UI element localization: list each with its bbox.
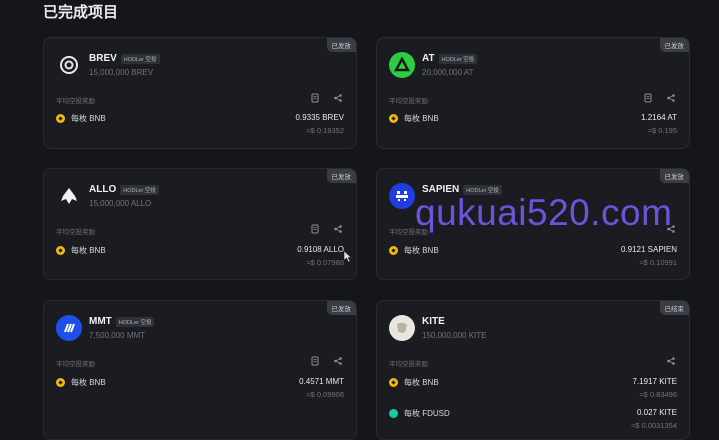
status-tag: 已发放 xyxy=(659,169,689,183)
reward-usd: ≈$ 0.07988 xyxy=(306,258,344,267)
project-card-mmt[interactable]: 已发放 MMT HODLer 空投 7,500,000 MMT 平均空投奖励 每枚… xyxy=(43,300,357,440)
reward-amount: 0.9335 BREV xyxy=(295,113,344,122)
token-label: 每枚 BNB xyxy=(71,114,106,123)
reward-amount: 7.1917 KITE xyxy=(632,377,677,386)
reward-usd: ≈$ 0.195 xyxy=(647,126,677,135)
token-row: 每枚 BNB xyxy=(56,113,106,124)
share-icon[interactable] xyxy=(333,356,343,366)
token-label: 每枚 FDUSD xyxy=(404,409,450,418)
project-name: MMT xyxy=(89,316,112,327)
token-row: 每枚 BNB xyxy=(56,377,106,388)
hodler-badge: HODLer 空投 xyxy=(438,53,478,64)
document-icon[interactable] xyxy=(310,356,320,366)
reward-label: 平均空投奖励 xyxy=(56,98,95,105)
token-row: 每枚 BNB xyxy=(389,377,439,388)
project-card-allo[interactable]: 已发放 ALLO HODLer 空投 15,000,000 ALLO 平均空投奖励… xyxy=(43,168,357,280)
bnb-coin-icon xyxy=(389,114,398,123)
reward-label: 平均空投奖励 xyxy=(389,361,428,368)
document-icon[interactable] xyxy=(310,224,320,234)
project-name: ALLO xyxy=(89,184,117,195)
hodler-badge: HODLer 空投 xyxy=(120,184,159,195)
reward-usd: ≈$ 0.19352 xyxy=(306,126,344,135)
bnb-coin-icon xyxy=(389,246,398,255)
reward-amount: 1.2164 AT xyxy=(641,113,677,122)
status-tag: 已发放 xyxy=(326,169,356,183)
document-icon[interactable] xyxy=(310,93,320,103)
project-card-at[interactable]: 已发放 AT HODLer 空投 20,000,000 AT 平均空投奖励 每枚 … xyxy=(376,37,690,149)
share-icon[interactable] xyxy=(333,93,343,103)
share-icon[interactable] xyxy=(666,93,676,103)
reward-usd: ≈$ 0.09906 xyxy=(306,390,344,399)
project-supply: 150,000,000 KITE xyxy=(422,331,487,340)
reward-label: 平均空投奖励 xyxy=(389,98,428,105)
reward-usd: ≈$ 0.10991 xyxy=(639,258,677,267)
token-row: 每枚 BNB xyxy=(389,245,439,256)
status-tag: 已发放 xyxy=(326,301,356,315)
reward-amount: 0.027 KITE xyxy=(636,408,677,417)
project-name: KITE xyxy=(422,316,445,327)
token-label: 每枚 BNB xyxy=(71,246,106,255)
status-tag: 已结束 xyxy=(659,301,689,315)
reward-label: 平均空投奖励 xyxy=(56,229,95,236)
reward-amount: 0.9121 SAPIEN xyxy=(620,245,677,254)
mouse-cursor-icon xyxy=(344,251,352,262)
fdusd-coin-icon xyxy=(389,409,398,418)
hodler-badge: HODLer 空投 xyxy=(115,316,155,327)
token-label: 每枚 BNB xyxy=(404,114,439,123)
section-title: 已完成项目 xyxy=(43,4,119,21)
project-card-kite[interactable]: 已结束 KITE 150,000,000 KITE 平均空投奖励 每枚 BNB … xyxy=(376,300,690,440)
bnb-coin-icon xyxy=(56,114,65,123)
share-icon[interactable] xyxy=(666,356,676,366)
bnb-coin-icon xyxy=(56,378,65,387)
document-icon[interactable] xyxy=(643,93,653,103)
project-supply: 15,000,000 BREV xyxy=(89,68,154,77)
project-supply: 15,000,000 ALLO xyxy=(89,199,152,208)
project-name: AT xyxy=(422,53,435,64)
token-label: 每枚 BNB xyxy=(404,246,439,255)
reward-amount: 0.9108 ALLO xyxy=(297,245,344,254)
mmt-logo-icon xyxy=(56,315,82,341)
status-tag: 已发放 xyxy=(659,38,689,52)
reward-label: 平均空投奖励 xyxy=(56,361,95,368)
hodler-badge: HODLer 空投 xyxy=(120,53,160,64)
allo-logo-icon xyxy=(56,183,82,209)
token-row: 每枚 BNB xyxy=(56,245,106,256)
reward-usd: ≈$ 0.83496 xyxy=(639,390,677,399)
reward-amount: 0.4571 MMT xyxy=(299,377,344,386)
token-label: 每枚 BNB xyxy=(404,378,439,387)
project-supply: 7,500,000 MMT xyxy=(89,331,146,340)
token-row: 每枚 BNB xyxy=(389,113,439,124)
watermark: qukuai520.com xyxy=(415,192,673,233)
bnb-coin-icon xyxy=(56,246,65,255)
share-icon[interactable] xyxy=(333,224,343,234)
at-logo-icon xyxy=(389,52,415,78)
project-card-brev[interactable]: 已发放 BREV HODLer 空投 15,000,000 BREV 平均空投奖励… xyxy=(43,37,357,149)
project-supply: 20,000,000 AT xyxy=(422,68,474,77)
bnb-coin-icon xyxy=(389,378,398,387)
project-name: BREV xyxy=(89,53,117,64)
brev-logo-icon xyxy=(56,52,82,78)
sapien-logo-icon xyxy=(389,183,415,209)
token-label: 每枚 BNB xyxy=(71,378,106,387)
token-row: 每枚 FDUSD xyxy=(389,408,450,419)
status-tag: 已发放 xyxy=(326,38,356,52)
kite-logo-icon xyxy=(389,315,415,341)
